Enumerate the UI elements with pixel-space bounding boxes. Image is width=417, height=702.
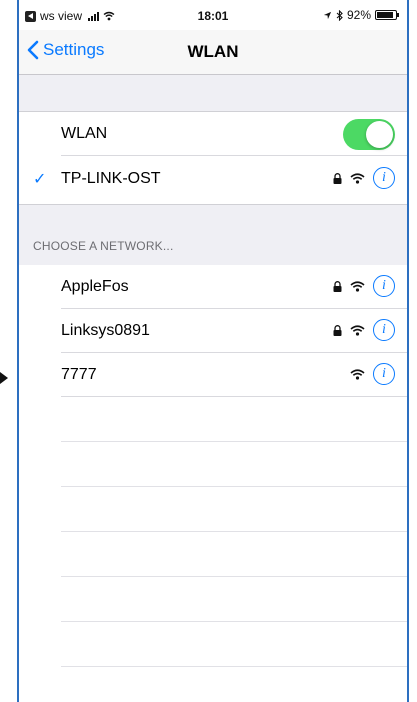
empty-row-separator (61, 576, 407, 577)
wifi-icon (350, 368, 365, 380)
empty-row-separator (61, 621, 407, 622)
wifi-icon (350, 172, 365, 184)
lock-icon (333, 172, 342, 184)
info-icon[interactable]: i (373, 319, 395, 341)
network-name: Linksys0891 (61, 322, 150, 339)
info-icon[interactable]: i (373, 167, 395, 189)
network-name: AppleFos (61, 278, 129, 295)
battery-icon (375, 10, 399, 20)
navigation-bar: Settings WLAN (19, 30, 407, 75)
wlan-label: WLAN (61, 125, 108, 142)
network-icons: i (333, 319, 395, 341)
phone-screen: ws view 18:01 92% Settings WLAN WLAN ✓ T… (17, 0, 409, 702)
section-header: CHOOSE A NETWORK... (33, 239, 174, 253)
status-right: 92% (323, 8, 399, 22)
empty-row-separator (61, 666, 407, 667)
page-title: WLAN (187, 42, 239, 61)
battery-percent: 92% (346, 8, 371, 22)
row-separator (61, 396, 407, 397)
network-name: 7777 (61, 366, 97, 383)
wifi-icon (350, 324, 365, 336)
info-icon[interactable]: i (373, 275, 395, 297)
empty-row-separator (61, 531, 407, 532)
connected-network-name: TP-LINK-OST (61, 170, 161, 187)
bluetooth-icon (336, 9, 343, 21)
lock-icon (333, 280, 342, 292)
row-separator (61, 155, 407, 156)
wlan-toggle-row: WLAN (19, 112, 407, 156)
network-row[interactable]: 7777 i (19, 353, 407, 397)
connected-network-icons: i (333, 167, 395, 189)
network-row[interactable]: Linksys0891 i (19, 309, 407, 353)
info-icon[interactable]: i (373, 363, 395, 385)
location-icon (323, 11, 332, 19)
choose-network-section: CHOOSE A NETWORK... (19, 204, 407, 266)
network-row[interactable]: AppleFos i (19, 265, 407, 309)
empty-row-separator (61, 441, 407, 442)
pointer-arrow-icon (0, 372, 8, 384)
wifi-icon (350, 280, 365, 292)
status-bar: ws view 18:01 92% (19, 0, 407, 30)
checkmark-icon: ✓ (33, 171, 47, 188)
wlan-toggle[interactable] (343, 119, 395, 150)
connected-network-row[interactable]: ✓ TP-LINK-OST i (19, 157, 407, 201)
lock-icon (333, 324, 342, 336)
network-icons: i (333, 275, 395, 297)
network-icons: i (350, 363, 395, 385)
section-spacer (19, 75, 407, 112)
empty-row-separator (61, 486, 407, 487)
